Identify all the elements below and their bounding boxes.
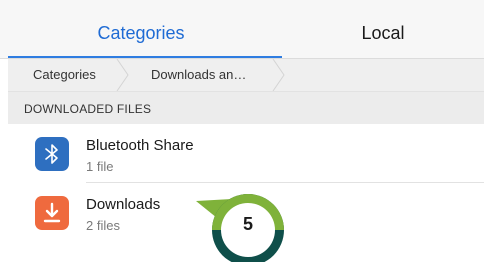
item-title: Downloads	[86, 196, 161, 213]
tab-categories[interactable]: Categories	[0, 0, 282, 58]
download-icon	[35, 196, 69, 230]
list-item-bluetooth-share[interactable]: Bluetooth Share 1 file	[8, 125, 484, 183]
section-title: DOWNLOADED FILES	[24, 102, 152, 116]
divider	[86, 182, 484, 183]
active-tab-indicator	[8, 56, 282, 58]
tab-bar: Categories Local	[0, 0, 484, 59]
item-title: Bluetooth Share	[86, 137, 194, 154]
breadcrumb-item-downloads[interactable]: Downloads an…	[151, 59, 246, 91]
chevron-right-icon	[116, 59, 129, 91]
breadcrumb-item-categories[interactable]: Categories	[33, 59, 96, 91]
bluetooth-icon	[35, 137, 69, 171]
tab-local[interactable]: Local	[282, 0, 484, 58]
chevron-right-icon	[272, 59, 285, 91]
item-subtitle: 1 file	[86, 159, 114, 174]
list-item-downloads[interactable]: Downloads 2 files	[8, 184, 484, 242]
breadcrumb: Categories Downloads an…	[8, 59, 484, 92]
item-subtitle: 2 files	[86, 218, 120, 233]
section-header: DOWNLOADED FILES	[8, 92, 484, 124]
